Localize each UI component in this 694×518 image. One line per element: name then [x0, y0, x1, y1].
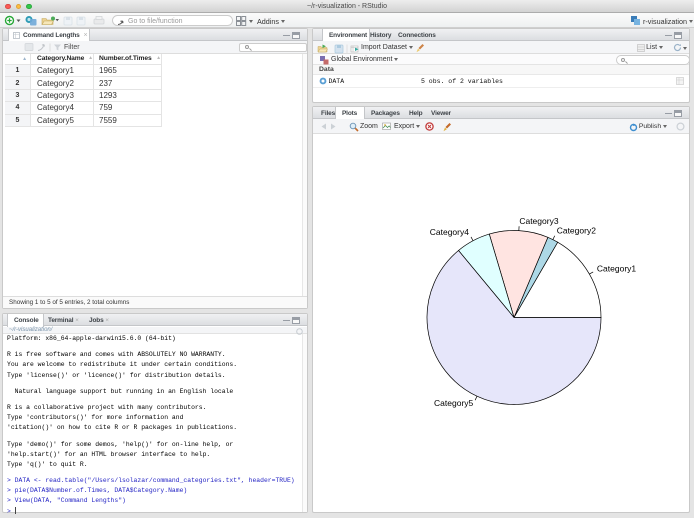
svg-text:Category4: Category4 — [430, 227, 469, 237]
svg-text:Category3: Category3 — [519, 216, 558, 226]
svg-text:Category5: Category5 — [434, 398, 473, 408]
svg-text:Category1: Category1 — [597, 264, 636, 274]
svg-text:Category2: Category2 — [557, 226, 596, 236]
